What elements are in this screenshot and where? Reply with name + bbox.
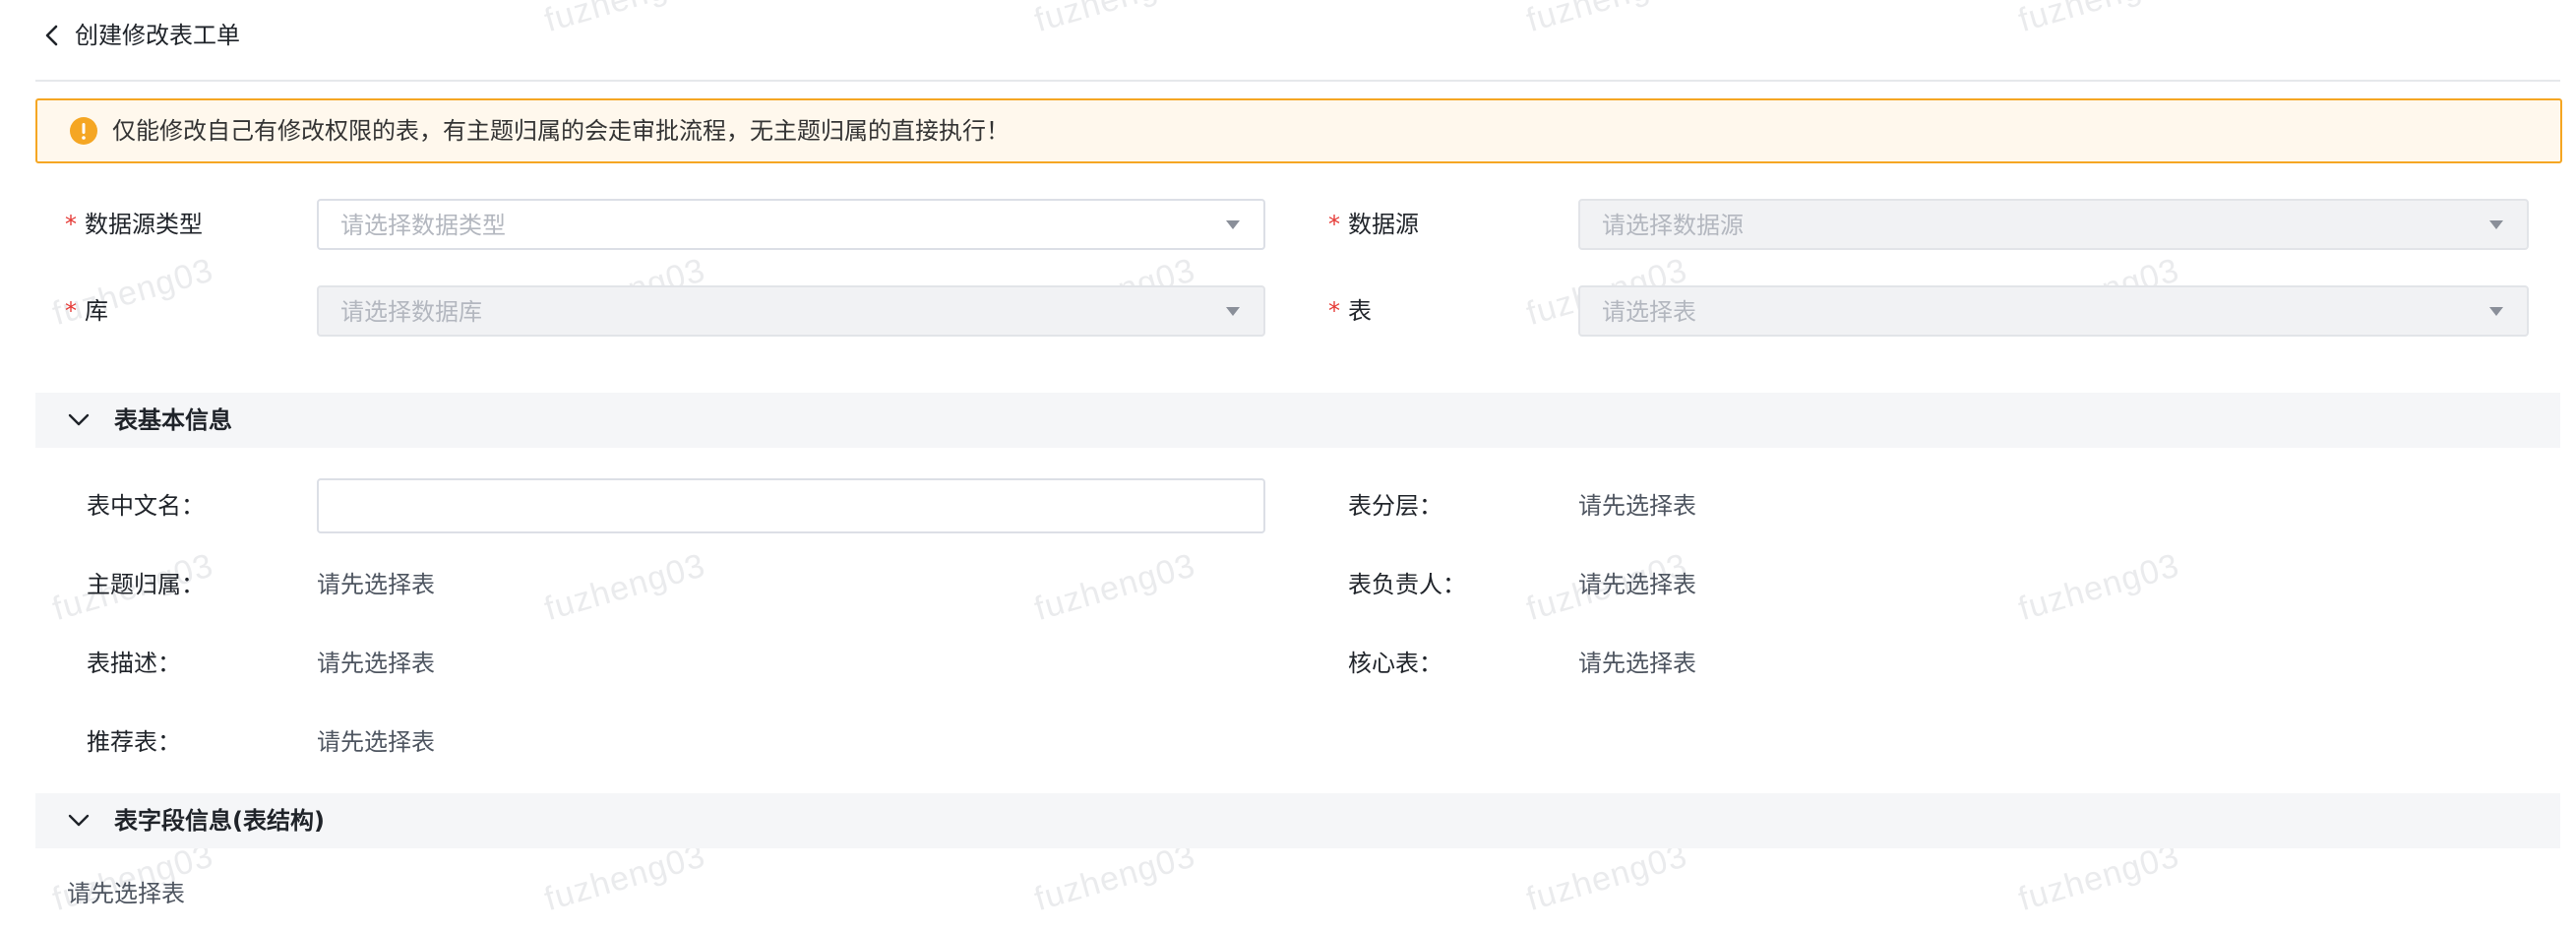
- datasource-type-select[interactable]: 请选择数据类型: [317, 199, 1265, 250]
- table-label: * 表: [1328, 293, 1372, 329]
- table-cn-name-input[interactable]: [317, 478, 1265, 533]
- database-label: * 库: [65, 293, 108, 329]
- table-owner-label: 表负责人：: [1348, 571, 1466, 598]
- datasource-placeholder: 请选择数据源: [1602, 212, 1744, 239]
- caret-down-icon: [1226, 307, 1240, 316]
- datasource-type-label-text: 数据源类型: [85, 211, 203, 238]
- caret-down-icon: [1226, 220, 1240, 229]
- table-owner-value: 请先选择表: [1578, 571, 1696, 598]
- page: fuzheng03 fuzheng03 fuzheng03 fuzheng03 …: [0, 0, 2576, 933]
- page-title: 创建修改表工单: [75, 22, 240, 49]
- recommend-table-value: 请先选择表: [317, 728, 435, 756]
- required-mark: *: [65, 297, 77, 325]
- table-layer-value: 请先选择表: [1578, 492, 1696, 520]
- database-select[interactable]: 请选择数据库: [317, 285, 1265, 337]
- database-label-text: 库: [85, 297, 108, 325]
- watermark: fuzheng03: [540, 837, 710, 919]
- core-table-value: 请先选择表: [1578, 650, 1696, 677]
- field-info-empty-text: 请先选择表: [67, 880, 185, 907]
- chevron-down-icon[interactable]: [65, 807, 92, 835]
- database-placeholder: 请选择数据库: [340, 298, 482, 326]
- watermark: fuzheng03: [1030, 837, 1200, 919]
- page-header: 创建修改表工单: [35, 0, 2560, 81]
- back-arrow-icon[interactable]: [35, 18, 71, 53]
- watermark: fuzheng03: [1522, 837, 1692, 919]
- warning-alert: 仅能修改自己有修改权限的表，有主题归属的会走审批流程，无主题归属的直接执行！: [35, 98, 2562, 163]
- watermark: fuzheng03: [1030, 546, 1200, 629]
- recommend-table-label: 推荐表：: [87, 728, 181, 756]
- basic-info-section-header[interactable]: 表基本信息: [35, 393, 2560, 448]
- basic-info-title: 表基本信息: [114, 406, 232, 434]
- datasource-label: * 数据源: [1328, 207, 1419, 242]
- datasource-label-text: 数据源: [1348, 211, 1419, 238]
- datasource-select[interactable]: 请选择数据源: [1578, 199, 2529, 250]
- table-cn-name-label: 表中文名：: [87, 492, 205, 520]
- datasource-type-placeholder: 请选择数据类型: [340, 212, 506, 239]
- caret-down-icon: [2489, 220, 2503, 229]
- theme-label: 主题归属：: [87, 571, 205, 598]
- header-divider: [35, 80, 2560, 82]
- table-label-text: 表: [1348, 297, 1372, 325]
- required-mark: *: [65, 211, 77, 238]
- table-select[interactable]: 请选择表: [1578, 285, 2529, 337]
- field-info-title: 表字段信息(表结构): [114, 807, 325, 835]
- warning-alert-text: 仅能修改自己有修改权限的表，有主题归属的会走审批流程，无主题归属的直接执行！: [112, 117, 1010, 145]
- watermark: fuzheng03: [540, 546, 710, 629]
- warning-icon: [69, 116, 98, 146]
- field-info-section-header[interactable]: 表字段信息(表结构): [35, 793, 2560, 848]
- core-table-label: 核心表：: [1348, 650, 1442, 677]
- datasource-type-label: * 数据源类型: [65, 207, 203, 242]
- watermark: fuzheng03: [2014, 837, 2184, 919]
- table-layer-label: 表分层：: [1348, 492, 1442, 520]
- required-mark: *: [1328, 211, 1340, 238]
- required-mark: *: [1328, 297, 1340, 325]
- theme-value: 请先选择表: [317, 571, 435, 598]
- caret-down-icon: [2489, 307, 2503, 316]
- chevron-down-icon[interactable]: [65, 406, 92, 434]
- table-desc-value: 请先选择表: [317, 650, 435, 677]
- table-placeholder: 请选择表: [1602, 298, 1696, 326]
- watermark: fuzheng03: [2014, 546, 2184, 629]
- table-desc-label: 表描述：: [87, 650, 181, 677]
